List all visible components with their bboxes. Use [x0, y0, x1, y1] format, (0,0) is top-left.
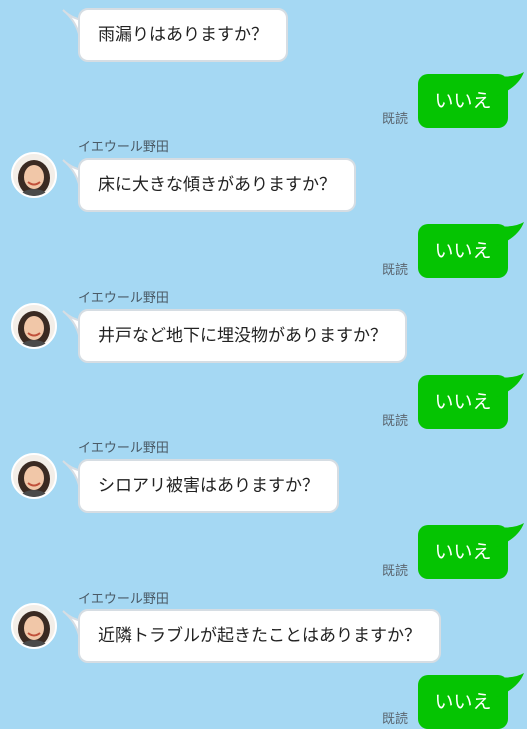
avatar[interactable] — [11, 453, 57, 499]
avatar[interactable] — [11, 152, 57, 198]
read-receipt: 既読 — [382, 112, 409, 127]
outgoing-message-bubble[interactable]: いいえ — [418, 675, 508, 729]
read-receipt: 既読 — [382, 414, 409, 429]
outgoing-message-bubble[interactable]: いいえ — [418, 224, 508, 278]
read-receipt: 既読 — [382, 263, 409, 278]
avatar[interactable] — [11, 603, 57, 649]
chat-history[interactable]: 雨漏りはありますか？ 既読 いいえ イエウール野田 床に大きな傾きがありますか？… — [0, 0, 527, 729]
bubble-tail — [496, 72, 524, 96]
incoming-message-bubble[interactable]: 床に大きな傾きがありますか？ — [78, 158, 356, 212]
sender-name: イエウール野田 — [78, 140, 169, 155]
incoming-message-bubble[interactable]: 近隣トラブルが起きたことはありますか？ — [78, 609, 441, 663]
bubble-tail — [496, 373, 524, 397]
bubble-tail — [496, 222, 524, 246]
sender-name: イエウール野田 — [78, 592, 169, 607]
bubble-tail — [496, 673, 524, 697]
avatar[interactable] — [11, 303, 57, 349]
incoming-message-bubble[interactable]: 雨漏りはありますか？ — [78, 8, 288, 62]
bubble-tail — [496, 523, 524, 547]
incoming-message-bubble[interactable]: 井戸など地下に埋没物がありますか？ — [78, 309, 407, 363]
outgoing-message-bubble[interactable]: いいえ — [418, 375, 508, 429]
read-receipt: 既読 — [382, 564, 409, 579]
outgoing-message-bubble[interactable]: いいえ — [418, 525, 508, 579]
outgoing-message-bubble[interactable]: いいえ — [418, 74, 508, 128]
sender-name: イエウール野田 — [78, 441, 169, 456]
sender-name: イエウール野田 — [78, 291, 169, 306]
incoming-message-bubble[interactable]: シロアリ被害はありますか？ — [78, 459, 339, 513]
